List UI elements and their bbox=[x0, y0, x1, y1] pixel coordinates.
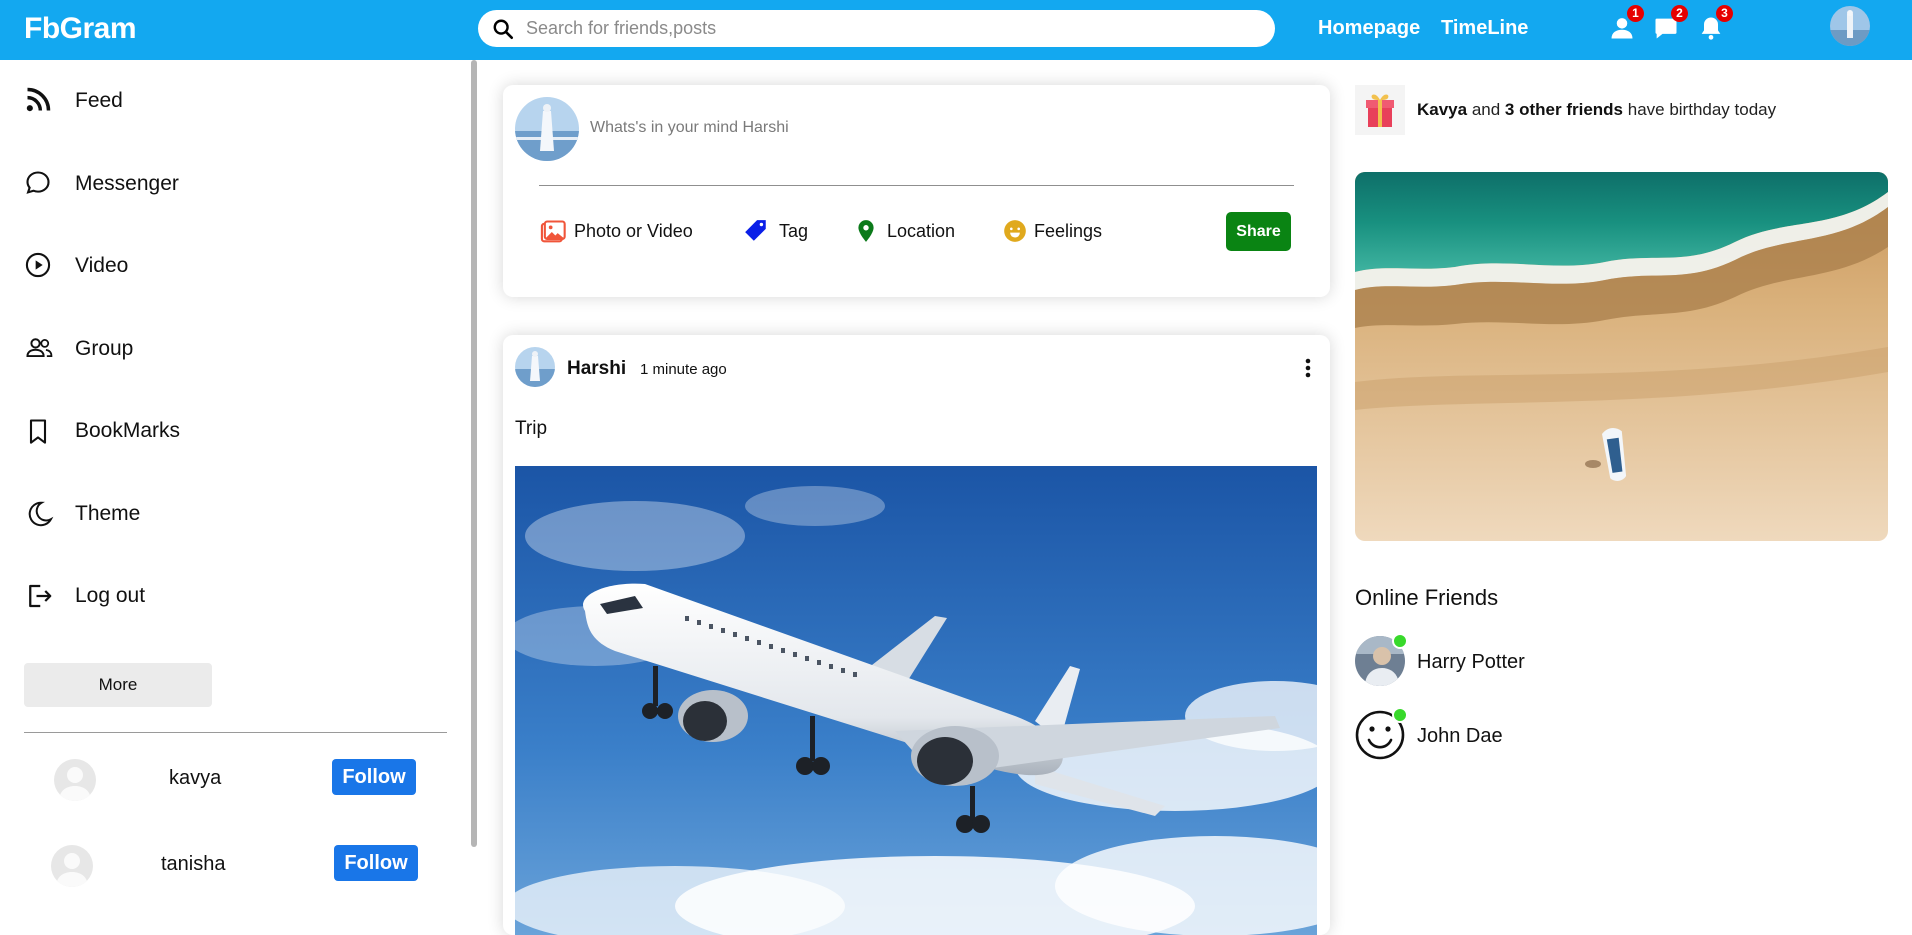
sidebar-item-label: BookMarks bbox=[75, 419, 181, 442]
sidebar-item-feed[interactable]: Feed bbox=[24, 80, 424, 120]
sidebar-item-label: Feed bbox=[75, 89, 123, 112]
online-friend-row[interactable]: Harry Potter bbox=[1355, 633, 1655, 690]
sidebar-divider bbox=[24, 732, 447, 733]
photo-video-option[interactable]: Photo or Video bbox=[539, 217, 699, 247]
search-icon bbox=[493, 19, 513, 39]
friend-requests-badge: 1 bbox=[1627, 5, 1644, 22]
post-card: Harshi 1 minute ago Trip bbox=[503, 335, 1330, 935]
profile-avatar[interactable] bbox=[1830, 6, 1870, 46]
tag-option[interactable]: Tag bbox=[743, 217, 813, 247]
sidebar-item-label: Video bbox=[75, 254, 129, 277]
avatar bbox=[515, 97, 579, 161]
post-text: Trip bbox=[515, 418, 548, 439]
notifications-badge: 3 bbox=[1716, 5, 1733, 22]
friend-requests-button[interactable]: 1 bbox=[1608, 5, 1644, 44]
suggestion-row: tanisha Follow bbox=[0, 841, 440, 889]
share-input[interactable]: Whats's in your mind Harshi bbox=[590, 119, 789, 137]
timeline-link[interactable]: TimeLine bbox=[1441, 17, 1528, 40]
gift-icon bbox=[1355, 85, 1405, 135]
topbar: FbGram Homepage TimeLine 1 2 3 bbox=[0, 0, 1912, 60]
feelings-label: Feelings bbox=[1034, 221, 1103, 241]
logout-icon bbox=[29, 584, 52, 608]
share-button[interactable]: Share bbox=[1226, 212, 1291, 251]
online-friend-row[interactable]: John Dae bbox=[1355, 707, 1655, 764]
sidebar-item-label: Messenger bbox=[75, 172, 179, 195]
notifications-button[interactable]: 3 bbox=[1697, 5, 1733, 44]
post-username[interactable]: Harshi bbox=[567, 358, 626, 380]
smiley-icon bbox=[1004, 220, 1026, 242]
feelings-option[interactable]: Feelings bbox=[1002, 217, 1112, 247]
app-logo[interactable]: FbGram bbox=[24, 12, 137, 46]
birthday-friend-name[interactable]: Kavya bbox=[1417, 100, 1467, 119]
photo-icon bbox=[540, 220, 566, 243]
sidebar-item-label: Log out bbox=[75, 584, 146, 607]
birthday-others[interactable]: 3 other friends bbox=[1505, 100, 1623, 119]
sidebar-item-label: Theme bbox=[75, 502, 141, 525]
sidebar-item-video[interactable]: Video bbox=[24, 245, 424, 285]
avatar bbox=[54, 759, 96, 801]
sidebar: Feed Messenger Video Group BookMarks The… bbox=[0, 60, 470, 914]
birthday-notice: Kavya and 3 other friends have birthday … bbox=[1355, 85, 1895, 135]
share-box: Whats's in your mind Harshi Photo or Vid… bbox=[503, 85, 1330, 297]
ad-image[interactable] bbox=[1355, 172, 1888, 541]
tag-label: Tag bbox=[779, 221, 809, 241]
sidebar-scrollbar[interactable] bbox=[471, 60, 477, 847]
search-input[interactable] bbox=[526, 10, 1246, 47]
birthday-tail: have birthday today bbox=[1623, 100, 1777, 119]
birthday-connector: and bbox=[1467, 100, 1505, 119]
avatar bbox=[51, 845, 93, 887]
location-pin-icon bbox=[858, 220, 874, 242]
tag-icon bbox=[745, 220, 766, 241]
messages-badge: 2 bbox=[1671, 5, 1688, 22]
sidebar-item-group[interactable]: Group bbox=[24, 328, 424, 368]
online-friend-name: Harry Potter bbox=[1417, 651, 1525, 673]
sidebar-item-label: Group bbox=[75, 337, 134, 360]
group-icon bbox=[26, 338, 53, 358]
more-options-icon[interactable] bbox=[1302, 355, 1314, 381]
location-label: Location bbox=[887, 221, 956, 241]
online-friend-name: John Dae bbox=[1417, 725, 1503, 747]
online-friends-title: Online Friends bbox=[1355, 585, 1499, 610]
more-button[interactable]: More bbox=[24, 663, 212, 707]
avatar[interactable] bbox=[515, 347, 555, 387]
online-status-dot bbox=[1392, 707, 1408, 723]
post-time: 1 minute ago bbox=[640, 361, 727, 378]
sidebar-item-logout[interactable]: Log out bbox=[24, 575, 424, 615]
post-image[interactable] bbox=[515, 466, 1317, 935]
bookmark-icon bbox=[29, 419, 47, 444]
birthday-text: Kavya and 3 other friends have birthday … bbox=[1417, 100, 1776, 120]
homepage-link[interactable]: Homepage bbox=[1318, 17, 1420, 40]
sidebar-item-bookmarks[interactable]: BookMarks bbox=[24, 410, 424, 450]
rss-icon bbox=[26, 87, 51, 112]
suggestion-row: kavya Follow bbox=[0, 755, 440, 803]
suggestion-name: kavya bbox=[169, 767, 222, 789]
photo-video-label: Photo or Video bbox=[574, 221, 693, 241]
share-divider bbox=[539, 185, 1294, 186]
search-bar[interactable] bbox=[478, 10, 1275, 47]
follow-button[interactable]: Follow bbox=[334, 845, 418, 881]
messages-button[interactable]: 2 bbox=[1652, 5, 1688, 44]
sidebar-item-theme[interactable]: Theme bbox=[24, 493, 424, 533]
online-status-dot bbox=[1392, 633, 1408, 649]
sidebar-item-messenger[interactable]: Messenger bbox=[24, 163, 424, 203]
chat-bubble-icon bbox=[26, 171, 50, 194]
location-option[interactable]: Location bbox=[853, 217, 963, 247]
follow-button[interactable]: Follow bbox=[332, 759, 416, 795]
play-circle-icon bbox=[25, 252, 51, 278]
moon-icon bbox=[28, 501, 54, 527]
suggestion-name: tanisha bbox=[161, 853, 226, 875]
